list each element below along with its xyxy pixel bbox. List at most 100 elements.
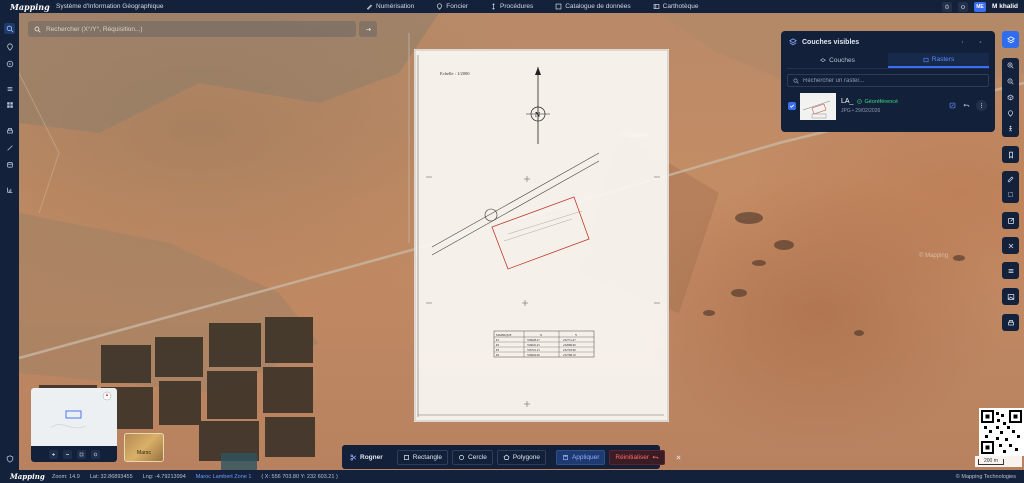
flow-icon	[492, 3, 495, 10]
layers-toggle-button[interactable]	[1002, 31, 1019, 48]
gear-icon	[961, 4, 965, 9]
raster-undo-button[interactable]	[962, 101, 971, 110]
tab-rasters[interactable]: Rasters	[888, 53, 989, 68]
person-icon	[1009, 125, 1012, 132]
settings-button[interactable]	[957, 1, 968, 12]
raster-name-row: LA_ Géoréférencé	[841, 98, 898, 105]
basemap-switcher[interactable]: Maroc	[124, 433, 164, 462]
table-cell: P1	[496, 338, 500, 342]
measure-distance-button[interactable]	[1006, 175, 1015, 184]
export-button[interactable]	[1002, 212, 1019, 229]
user-name[interactable]: M khalid	[992, 3, 1018, 10]
bookmark-button[interactable]	[1002, 146, 1019, 163]
north-arrow-label: N	[535, 111, 540, 119]
panel-tabs: Couches Rasters	[787, 53, 989, 69]
app-logo[interactable]: Mapping	[10, 2, 56, 12]
minimap-extent-button[interactable]	[76, 449, 86, 459]
expand-icon	[79, 452, 83, 456]
undo-icon	[963, 103, 970, 107]
sidebar-shield-button[interactable]	[4, 453, 15, 464]
sidebar-search-button[interactable]	[4, 23, 15, 34]
sidebar-list-button[interactable]	[4, 83, 15, 94]
map-watermark: © Mapping	[919, 253, 949, 259]
target-icon	[6, 60, 13, 67]
nav-label: Numérisation	[376, 3, 415, 10]
raster-search-input[interactable]	[803, 77, 983, 84]
tab-layers[interactable]: Couches	[787, 53, 888, 68]
table-cell: 232751.47	[563, 338, 576, 342]
image-icon	[923, 57, 929, 62]
minimap-zoom-out-button[interactable]	[62, 449, 72, 459]
crop-close-button[interactable]	[675, 451, 682, 463]
avatar[interactable]: ME	[973, 1, 986, 12]
3d-view-button[interactable]	[1006, 93, 1015, 102]
crop-rectangle-button[interactable]: Rectangle	[396, 449, 449, 465]
shield-icon	[6, 454, 13, 463]
nav-label: Procédures	[499, 3, 534, 10]
sidebar-grid-button[interactable]	[4, 99, 15, 110]
crop-apply-label: Appliquer	[571, 453, 600, 461]
raster-more-button[interactable]	[976, 100, 987, 111]
crop-title: Rogner	[350, 454, 383, 461]
export-icon	[1007, 217, 1014, 224]
scale-bar: 200 m	[975, 456, 1022, 467]
panel-close-button[interactable]	[979, 38, 987, 46]
raster-visibility-checkbox[interactable]	[788, 102, 796, 110]
minimap-controls	[31, 446, 117, 462]
search-icon	[793, 77, 799, 84]
print-button[interactable]	[1002, 314, 1019, 331]
crop-reset-button[interactable]: Réinitialiser	[609, 449, 666, 465]
crop-circle-button[interactable]: Cercle	[452, 449, 493, 465]
nav-catalogue[interactable]: Catalogue de données	[555, 3, 631, 10]
sidebar-chart-button[interactable]	[4, 184, 15, 195]
raster-search	[787, 74, 989, 87]
raster-overlay[interactable]: Echelle : 1/2000 N MATRIQUE X Y P1 55662…	[414, 49, 669, 422]
projection-selector[interactable]: Maroc Lambert Zone 1	[196, 474, 252, 480]
nav-procedures[interactable]: Procédures	[490, 3, 533, 10]
copyright: © Mapping Technologies	[955, 473, 1016, 480]
sidebar-print-button[interactable]	[4, 125, 15, 136]
nav-carthotheque[interactable]: Carthotèque	[653, 3, 698, 10]
minimap-zoom-in-button[interactable]	[48, 449, 58, 459]
zoom-out-button[interactable]	[1006, 77, 1015, 86]
raster-list-item[interactable]: LA_ Géoréférencé JPG • 29/02/2026	[787, 92, 989, 120]
crop-polygon-button[interactable]: Polygone	[496, 449, 546, 465]
locate-button[interactable]	[1006, 109, 1015, 118]
notification-button[interactable]	[941, 1, 952, 12]
crop-circle-label: Cercle	[468, 453, 487, 461]
raster-name: LA_	[841, 98, 854, 105]
sidebar-route-button[interactable]	[4, 142, 15, 153]
zoom-in-button[interactable]	[1006, 61, 1015, 70]
bar-chart-icon	[6, 187, 12, 193]
top-bar: Mapping Système d'Information Géographiq…	[0, 0, 1024, 13]
street-view-button[interactable]	[1006, 124, 1015, 133]
table-cell: 232768.10	[563, 353, 576, 357]
table-cell: 556694.00	[527, 353, 540, 357]
plan-scale-text: Echelle : 1/2000	[440, 71, 470, 76]
legend-button[interactable]	[1002, 262, 1019, 279]
panel-header-actions	[961, 38, 987, 46]
pentagon-icon	[503, 454, 510, 460]
minimap[interactable]	[31, 388, 117, 462]
check-icon	[789, 104, 795, 108]
nav-numerisation[interactable]: Numérisation	[366, 3, 414, 10]
search-input[interactable]	[46, 25, 346, 33]
sidebar-location-button[interactable]	[4, 41, 15, 52]
search-options-button[interactable]	[359, 21, 377, 37]
image-button[interactable]	[1002, 288, 1019, 305]
sidebar-database-button[interactable]	[4, 159, 15, 170]
clear-button[interactable]	[1002, 237, 1019, 254]
crop-apply-button[interactable]: Appliquer	[555, 449, 606, 465]
edit-icon	[949, 102, 956, 109]
panel-menu-button[interactable]	[961, 38, 969, 46]
raster-edit-button[interactable]	[948, 101, 957, 110]
printer-icon	[1007, 319, 1014, 325]
ruler-icon	[1007, 176, 1014, 183]
qr-code-image	[981, 410, 1022, 454]
map-pin-icon	[437, 3, 443, 10]
tab-label: Couches	[829, 57, 855, 64]
sidebar-target-button[interactable]	[4, 58, 15, 69]
measure-area-button[interactable]	[1006, 190, 1015, 199]
minimap-target-button[interactable]	[90, 449, 100, 459]
nav-foncier[interactable]: Foncier	[436, 3, 468, 10]
